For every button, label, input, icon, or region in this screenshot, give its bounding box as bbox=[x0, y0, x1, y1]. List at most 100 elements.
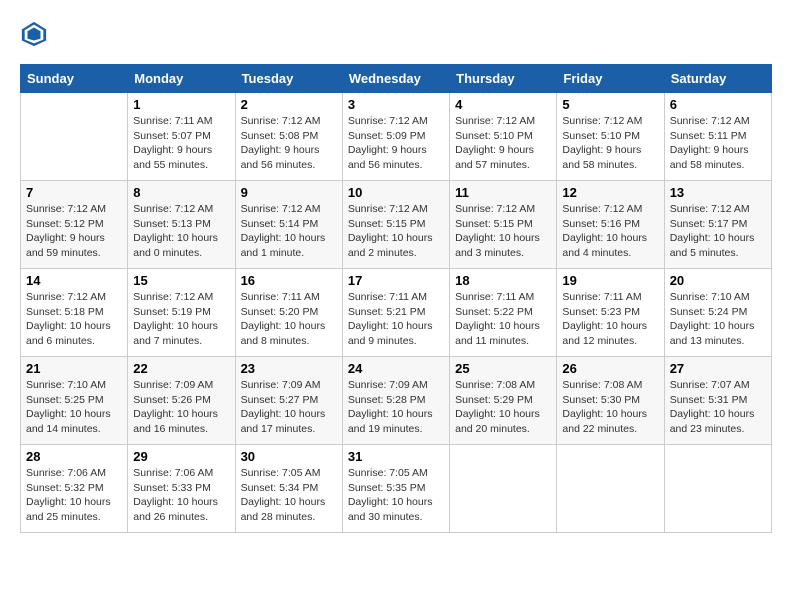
day-info: Sunrise: 7:12 AM Sunset: 5:15 PM Dayligh… bbox=[455, 202, 551, 261]
calendar-cell: 16Sunrise: 7:11 AM Sunset: 5:20 PM Dayli… bbox=[235, 269, 342, 357]
calendar-cell bbox=[557, 445, 664, 533]
day-number: 21 bbox=[26, 361, 122, 376]
day-info: Sunrise: 7:12 AM Sunset: 5:10 PM Dayligh… bbox=[455, 114, 551, 173]
day-number: 13 bbox=[670, 185, 766, 200]
calendar-cell: 25 Sunrise: 7:08 AM Sunset: 5:29 PM Dayli… bbox=[450, 357, 557, 445]
calendar-cell: 28Sunrise: 7:06 AM Sunset: 5:32 PM Dayli… bbox=[21, 445, 128, 533]
day-info: Sunrise: 7:09 AM Sunset: 5:27 PM Dayligh… bbox=[241, 378, 337, 437]
day-info: Sunrise: 7:12 AM Sunset: 5:11 PM Dayligh… bbox=[670, 114, 766, 173]
day-number: 10 bbox=[348, 185, 444, 200]
day-number: 29 bbox=[133, 449, 229, 464]
day-number: 11 bbox=[455, 185, 551, 200]
day-info: Sunrise: 7:12 AM Sunset: 5:08 PM Dayligh… bbox=[241, 114, 337, 173]
calendar-cell: 3 Sunrise: 7:12 AM Sunset: 5:09 PM Daylig… bbox=[342, 93, 449, 181]
day-info: Sunrise: 7:12 AM Sunset: 5:19 PM Dayligh… bbox=[133, 290, 229, 349]
day-header-friday: Friday bbox=[557, 65, 664, 93]
day-info: Sunrise: 7:10 AM Sunset: 5:25 PM Dayligh… bbox=[26, 378, 122, 437]
calendar-cell: 29 Sunrise: 7:06 AM Sunset: 5:33 PM Dayli… bbox=[128, 445, 235, 533]
day-number: 5 bbox=[562, 97, 658, 112]
day-number: 3 bbox=[348, 97, 444, 112]
day-info: Sunrise: 7:10 AM Sunset: 5:24 PM Dayligh… bbox=[670, 290, 766, 349]
day-header-tuesday: Tuesday bbox=[235, 65, 342, 93]
day-info: Sunrise: 7:12 AM Sunset: 5:15 PM Dayligh… bbox=[348, 202, 444, 261]
calendar-cell: 23 Sunrise: 7:09 AM Sunset: 5:27 PM Dayli… bbox=[235, 357, 342, 445]
day-info: Sunrise: 7:12 AM Sunset: 5:14 PM Dayligh… bbox=[241, 202, 337, 261]
calendar-cell: 9 Sunrise: 7:12 AM Sunset: 5:14 PM Daylig… bbox=[235, 181, 342, 269]
day-number: 20 bbox=[670, 273, 766, 288]
calendar-cell: 24Sunrise: 7:09 AM Sunset: 5:28 PM Dayli… bbox=[342, 357, 449, 445]
day-info: Sunrise: 7:09 AM Sunset: 5:26 PM Dayligh… bbox=[133, 378, 229, 437]
day-info: Sunrise: 7:06 AM Sunset: 5:33 PM Dayligh… bbox=[133, 466, 229, 525]
day-number: 1 bbox=[133, 97, 229, 112]
day-number: 14 bbox=[26, 273, 122, 288]
day-info: Sunrise: 7:05 AM Sunset: 5:34 PM Dayligh… bbox=[241, 466, 337, 525]
day-info: Sunrise: 7:06 AM Sunset: 5:32 PM Dayligh… bbox=[26, 466, 122, 525]
day-number: 9 bbox=[241, 185, 337, 200]
day-header-wednesday: Wednesday bbox=[342, 65, 449, 93]
day-info: Sunrise: 7:12 AM Sunset: 5:13 PM Dayligh… bbox=[133, 202, 229, 261]
week-row-4: 21 Sunrise: 7:10 AM Sunset: 5:25 PM Dayli… bbox=[21, 357, 772, 445]
week-row-5: 28Sunrise: 7:06 AM Sunset: 5:32 PM Dayli… bbox=[21, 445, 772, 533]
calendar-cell: 13 Sunrise: 7:12 AM Sunset: 5:17 PM Dayli… bbox=[664, 181, 771, 269]
day-number: 31 bbox=[348, 449, 444, 464]
calendar-cell bbox=[21, 93, 128, 181]
day-number: 23 bbox=[241, 361, 337, 376]
calendar-cell: 14Sunrise: 7:12 AM Sunset: 5:18 PM Dayli… bbox=[21, 269, 128, 357]
day-number: 27 bbox=[670, 361, 766, 376]
calendar-table: SundayMondayTuesdayWednesdayThursdayFrid… bbox=[20, 64, 772, 533]
day-header-thursday: Thursday bbox=[450, 65, 557, 93]
day-number: 12 bbox=[562, 185, 658, 200]
logo-icon bbox=[20, 20, 48, 48]
week-row-2: 7Sunrise: 7:12 AM Sunset: 5:12 PM Daylig… bbox=[21, 181, 772, 269]
day-number: 19 bbox=[562, 273, 658, 288]
day-info: Sunrise: 7:11 AM Sunset: 5:23 PM Dayligh… bbox=[562, 290, 658, 349]
day-number: 4 bbox=[455, 97, 551, 112]
calendar-cell: 10 Sunrise: 7:12 AM Sunset: 5:15 PM Dayli… bbox=[342, 181, 449, 269]
week-row-1: 1 Sunrise: 7:11 AM Sunset: 5:07 PM Daylig… bbox=[21, 93, 772, 181]
day-number: 18 bbox=[455, 273, 551, 288]
day-info: Sunrise: 7:08 AM Sunset: 5:30 PM Dayligh… bbox=[562, 378, 658, 437]
calendar-cell: 21 Sunrise: 7:10 AM Sunset: 5:25 PM Dayli… bbox=[21, 357, 128, 445]
day-number: 16 bbox=[241, 273, 337, 288]
day-number: 25 bbox=[455, 361, 551, 376]
day-info: Sunrise: 7:12 AM Sunset: 5:09 PM Dayligh… bbox=[348, 114, 444, 173]
day-info: Sunrise: 7:11 AM Sunset: 5:22 PM Dayligh… bbox=[455, 290, 551, 349]
day-number: 2 bbox=[241, 97, 337, 112]
day-number: 8 bbox=[133, 185, 229, 200]
calendar-cell: 11 Sunrise: 7:12 AM Sunset: 5:15 PM Dayli… bbox=[450, 181, 557, 269]
calendar-cell: 30Sunrise: 7:05 AM Sunset: 5:34 PM Dayli… bbox=[235, 445, 342, 533]
day-number: 26 bbox=[562, 361, 658, 376]
day-info: Sunrise: 7:11 AM Sunset: 5:07 PM Dayligh… bbox=[133, 114, 229, 173]
day-info: Sunrise: 7:11 AM Sunset: 5:21 PM Dayligh… bbox=[348, 290, 444, 349]
day-number: 22 bbox=[133, 361, 229, 376]
day-number: 24 bbox=[348, 361, 444, 376]
calendar-cell: 31 Sunrise: 7:05 AM Sunset: 5:35 PM Dayli… bbox=[342, 445, 449, 533]
calendar-cell: 8 Sunrise: 7:12 AM Sunset: 5:13 PM Daylig… bbox=[128, 181, 235, 269]
header-row: SundayMondayTuesdayWednesdayThursdayFrid… bbox=[21, 65, 772, 93]
calendar-cell bbox=[664, 445, 771, 533]
calendar-cell: 7Sunrise: 7:12 AM Sunset: 5:12 PM Daylig… bbox=[21, 181, 128, 269]
day-info: Sunrise: 7:07 AM Sunset: 5:31 PM Dayligh… bbox=[670, 378, 766, 437]
logo bbox=[20, 20, 52, 48]
day-number: 6 bbox=[670, 97, 766, 112]
calendar-cell bbox=[450, 445, 557, 533]
calendar-cell: 26 Sunrise: 7:08 AM Sunset: 5:30 PM Dayli… bbox=[557, 357, 664, 445]
calendar-cell: 18 Sunrise: 7:11 AM Sunset: 5:22 PM Dayli… bbox=[450, 269, 557, 357]
calendar-cell: 2 Sunrise: 7:12 AM Sunset: 5:08 PM Daylig… bbox=[235, 93, 342, 181]
day-header-saturday: Saturday bbox=[664, 65, 771, 93]
calendar-cell: 4 Sunrise: 7:12 AM Sunset: 5:10 PM Daylig… bbox=[450, 93, 557, 181]
calendar-cell: 5 Sunrise: 7:12 AM Sunset: 5:10 PM Daylig… bbox=[557, 93, 664, 181]
day-info: Sunrise: 7:08 AM Sunset: 5:29 PM Dayligh… bbox=[455, 378, 551, 437]
calendar-cell: 17Sunrise: 7:11 AM Sunset: 5:21 PM Dayli… bbox=[342, 269, 449, 357]
calendar-cell: 1 Sunrise: 7:11 AM Sunset: 5:07 PM Daylig… bbox=[128, 93, 235, 181]
calendar-cell: 20 Sunrise: 7:10 AM Sunset: 5:24 PM Dayli… bbox=[664, 269, 771, 357]
day-info: Sunrise: 7:05 AM Sunset: 5:35 PM Dayligh… bbox=[348, 466, 444, 525]
calendar-cell: 27 Sunrise: 7:07 AM Sunset: 5:31 PM Dayli… bbox=[664, 357, 771, 445]
calendar-cell: 22 Sunrise: 7:09 AM Sunset: 5:26 PM Dayli… bbox=[128, 357, 235, 445]
day-info: Sunrise: 7:12 AM Sunset: 5:10 PM Dayligh… bbox=[562, 114, 658, 173]
week-row-3: 14Sunrise: 7:12 AM Sunset: 5:18 PM Dayli… bbox=[21, 269, 772, 357]
day-header-sunday: Sunday bbox=[21, 65, 128, 93]
day-header-monday: Monday bbox=[128, 65, 235, 93]
calendar-cell: 6 Sunrise: 7:12 AM Sunset: 5:11 PM Daylig… bbox=[664, 93, 771, 181]
day-info: Sunrise: 7:12 AM Sunset: 5:17 PM Dayligh… bbox=[670, 202, 766, 261]
